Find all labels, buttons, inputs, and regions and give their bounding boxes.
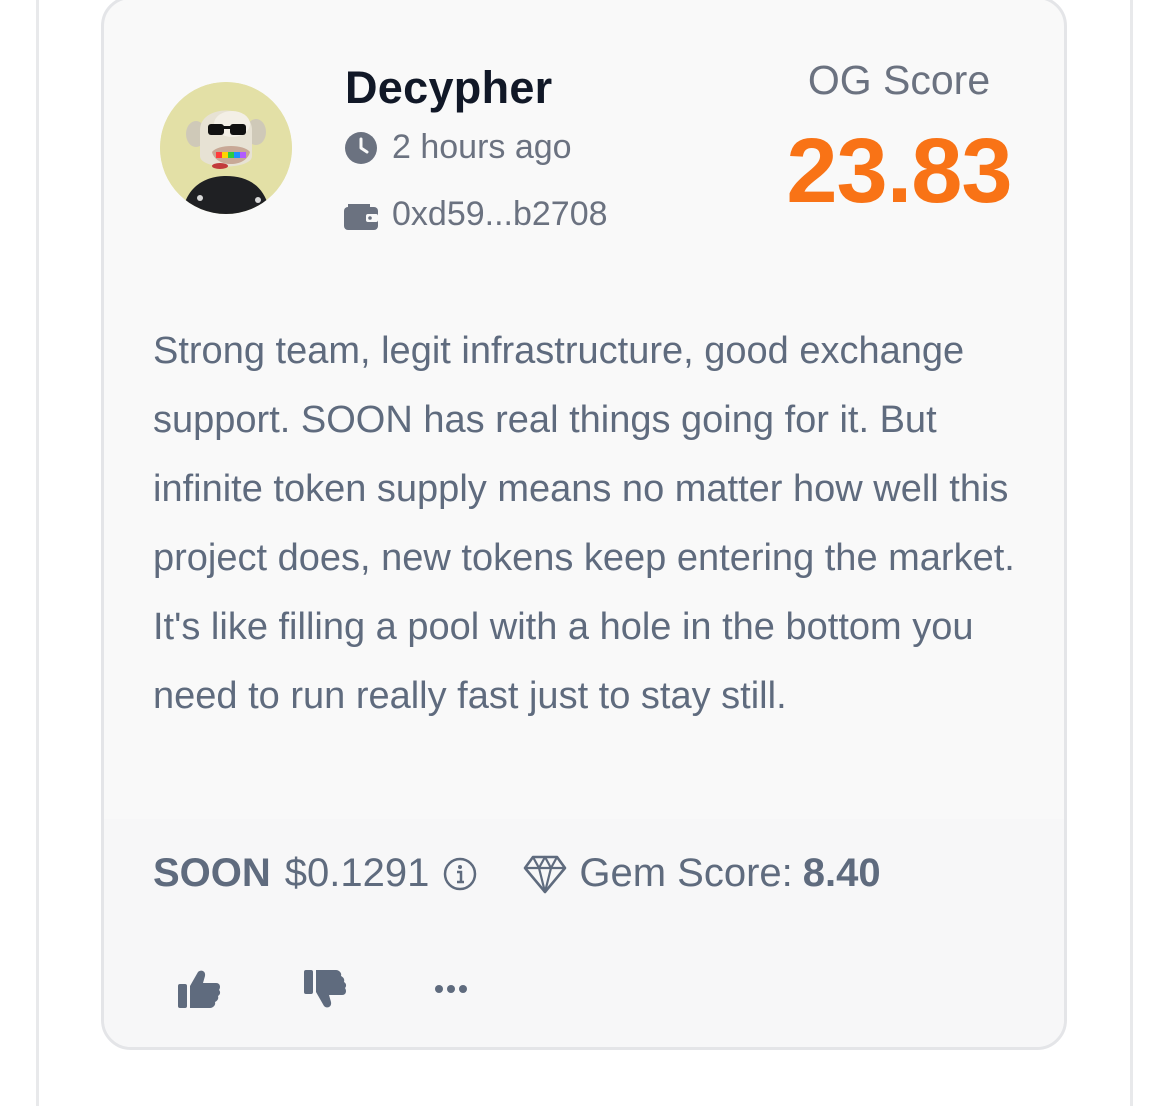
- thumbs-up-icon: [178, 970, 221, 1008]
- page-frame-right: [1130, 0, 1133, 1106]
- avatar[interactable]: [160, 82, 292, 214]
- more-icon: [435, 985, 467, 993]
- clock-icon: [344, 131, 378, 165]
- time-ago: 2 hours ago: [392, 128, 572, 166]
- token-stats: SOON $0.1291 Gem Score: 8.40: [153, 851, 881, 896]
- thumbs-down-icon: [304, 970, 347, 1008]
- username[interactable]: Decypher: [345, 62, 553, 114]
- gem-score-value: 8.40: [802, 851, 881, 895]
- more-button[interactable]: [426, 964, 476, 1014]
- wallet-row: 0xd59...b2708: [344, 195, 608, 234]
- gem-score-label: Gem Score:: [579, 851, 793, 895]
- review-text: Strong team, legit infrastructure, good …: [153, 330, 1015, 717]
- diamond-icon: [523, 854, 567, 894]
- token-price: $0.1291: [284, 851, 430, 895]
- dislike-button[interactable]: [300, 964, 350, 1014]
- time-row: 2 hours ago: [344, 128, 572, 167]
- og-score-label: OG Score: [807, 57, 991, 103]
- token-ticker[interactable]: SOON: [153, 851, 271, 896]
- info-icon[interactable]: [443, 857, 477, 891]
- wallet-icon: [344, 198, 378, 232]
- like-button[interactable]: [174, 964, 224, 1014]
- wallet-address[interactable]: 0xd59...b2708: [392, 195, 608, 234]
- page-frame-left: [36, 0, 39, 1106]
- review-card: Decypher 2 hours ago 0xd59...b2708 OG Sc…: [101, 0, 1067, 1050]
- action-bar: [174, 964, 476, 1014]
- ape-avatar-image: [160, 82, 292, 214]
- og-score-value: 23.83: [786, 120, 1012, 222]
